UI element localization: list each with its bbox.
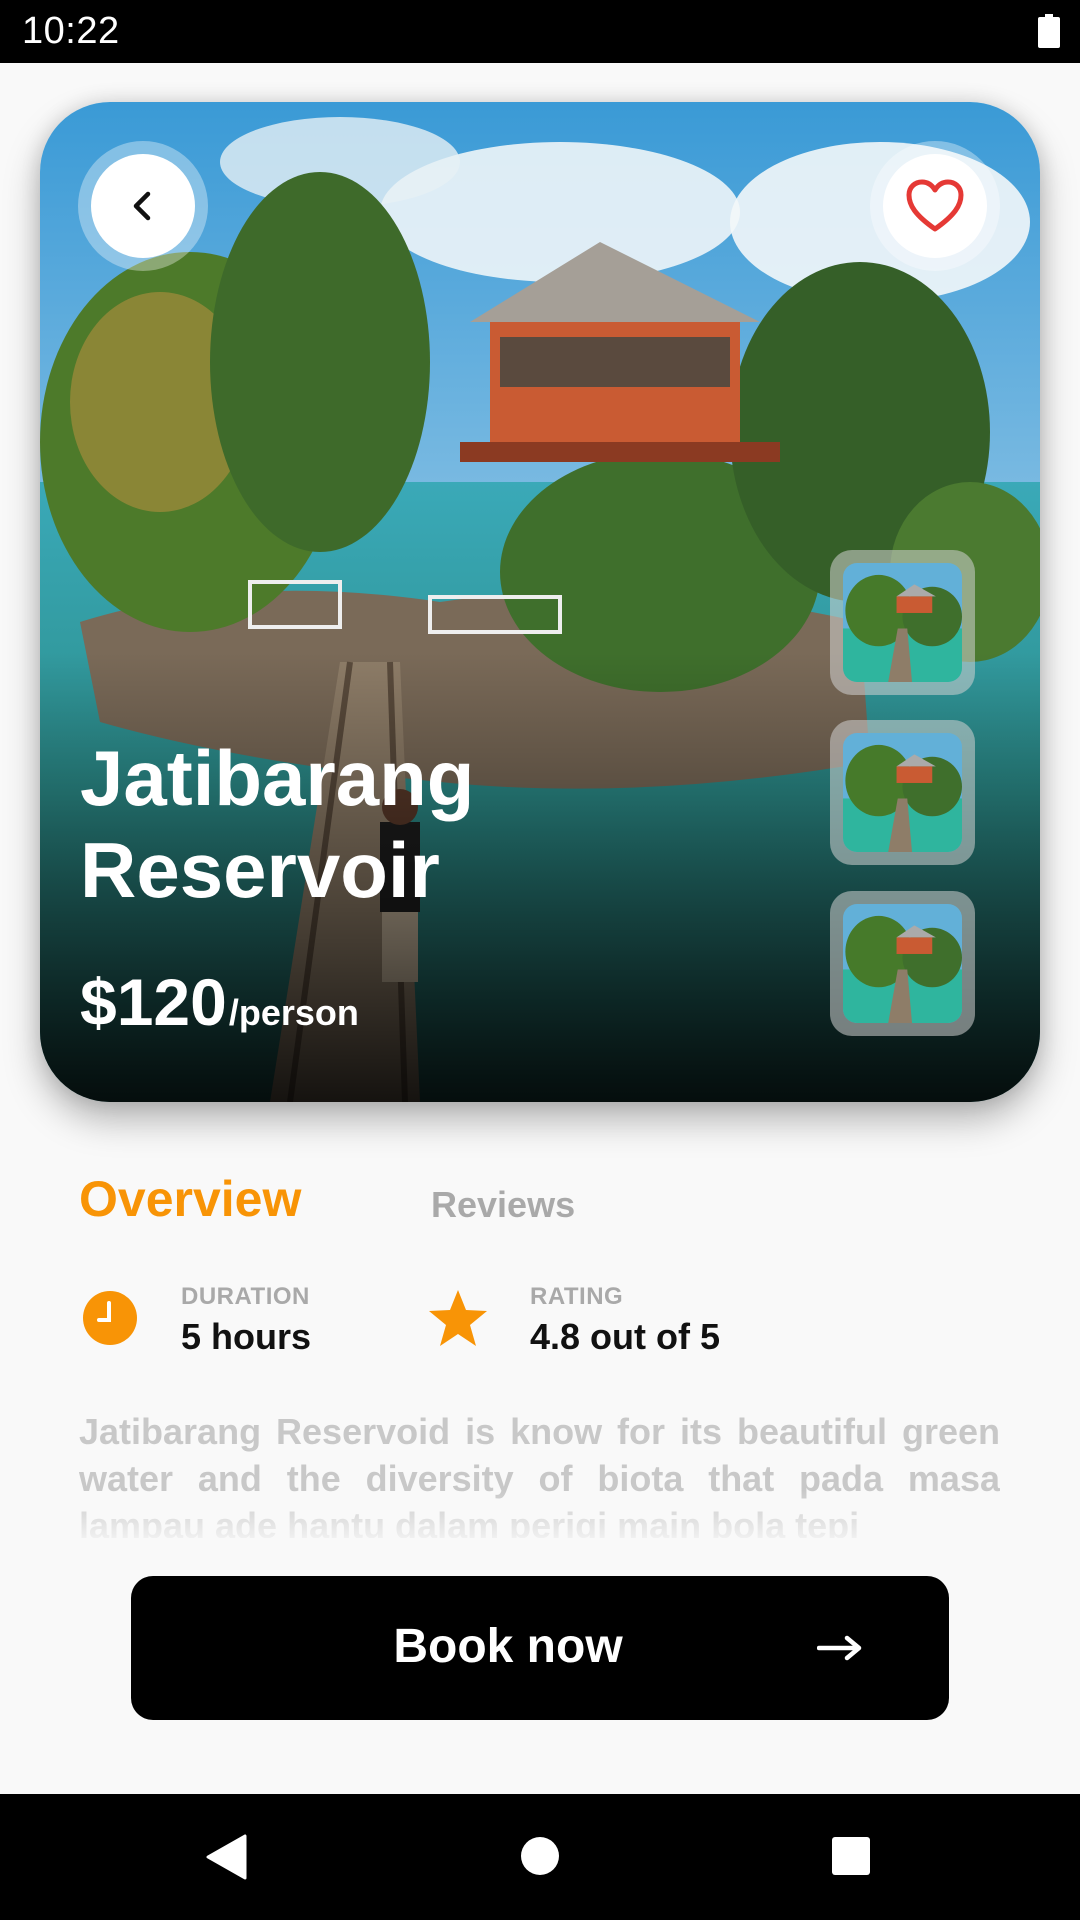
gallery-thumbnail[interactable] — [830, 720, 975, 865]
clock-icon — [83, 1291, 137, 1345]
gallery-thumbnail[interactable] — [830, 550, 975, 695]
battery-icon — [1038, 14, 1060, 48]
navigation-bar — [0, 1794, 1080, 1920]
favorite-button[interactable] — [870, 141, 1000, 271]
tab-reviews[interactable]: Reviews — [431, 1184, 575, 1226]
place-title: Jatibarang Reservoir — [80, 734, 475, 914]
duration-label: DURATION — [181, 1283, 310, 1310]
heart-icon — [906, 179, 964, 232]
nav-home-icon[interactable] — [520, 1836, 560, 1876]
thumbnail-image — [843, 733, 962, 852]
arrow-right-icon — [817, 1635, 862, 1661]
status-time: 10:22 — [22, 10, 120, 52]
status-bar: 10:22 — [0, 0, 1080, 63]
rating-value: 4.8 out of 5 — [530, 1316, 721, 1357]
price: $120 /person — [80, 964, 359, 1040]
chevron-left-icon — [133, 191, 151, 221]
back-button[interactable] — [78, 141, 208, 271]
nav-back-icon[interactable] — [205, 1834, 249, 1880]
hero-card: Jatibarang Reservoir $120 /person — [40, 102, 1040, 1102]
tab-overview[interactable]: Overview — [79, 1170, 301, 1228]
nav-recents-icon[interactable] — [831, 1836, 871, 1876]
book-now-button[interactable]: Book now — [131, 1576, 949, 1720]
thumbnail-image — [843, 904, 962, 1023]
book-now-label: Book now — [393, 1620, 623, 1673]
price-amount: $120 — [80, 965, 227, 1039]
thumbnail-image — [843, 563, 962, 682]
star-icon — [429, 1290, 487, 1346]
price-unit: /person — [228, 992, 359, 1033]
rating-label: RATING — [530, 1283, 624, 1310]
duration-value: 5 hours — [181, 1316, 312, 1357]
description-fade — [60, 1490, 1020, 1540]
gallery-thumbnail[interactable] — [830, 891, 975, 1036]
